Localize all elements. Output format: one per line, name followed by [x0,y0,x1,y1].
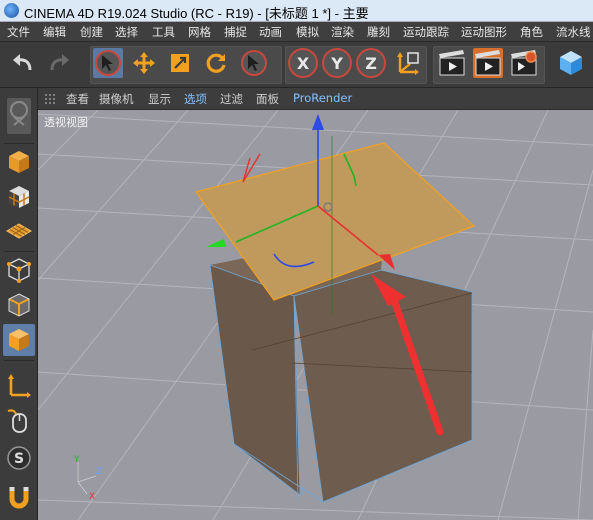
cinema4d-logo-icon [4,3,19,18]
render-view-button[interactable] [437,48,467,78]
tweak-mode-button[interactable] [3,405,35,437]
menu-tools[interactable]: 工具 [152,24,175,40]
clapperboard-icon [475,50,501,76]
viewport-menu-camera[interactable]: 摄像机 [99,91,134,107]
redo-button[interactable] [44,48,74,78]
add-cube-button[interactable] [556,48,586,78]
redo-icon [50,54,69,71]
snapping-button[interactable]: S [3,442,35,474]
menu-motion-tracking[interactable]: 运动跟踪 [403,24,449,40]
polygons-cube-icon [9,329,29,351]
model-cube-icon [9,151,29,173]
cube-icon [560,51,582,75]
menu-create[interactable]: 创建 [80,24,103,40]
axis-mode-button[interactable] [3,370,35,402]
window-title: CINEMA 4D R19.024 Studio (RC - R19) - [未… [24,6,369,21]
viewport-menu-filter[interactable]: 过滤 [220,91,243,107]
panel-grip-handle[interactable] [44,93,56,105]
axis-icon [8,374,31,398]
render-to-picture-viewer-button[interactable] [473,48,503,78]
svg-text:S: S [14,451,24,467]
make-editable-button[interactable] [3,92,35,140]
menu-simulate[interactable]: 模拟 [296,24,319,40]
viewport-menu-view[interactable]: 查看 [66,91,89,107]
mode-sidebar: S [0,88,38,520]
viewport-scene[interactable]: 透视视图 Y Z X [38,110,593,520]
points-cube-icon [7,258,31,283]
coordinate-system-icon [397,52,419,75]
main-toolbar: X Y Z [0,42,593,88]
last-tool-button[interactable] [239,48,269,78]
viewport-camera-label: 透视视图 [44,115,88,129]
svg-text:Y: Y [73,455,80,465]
viewport-menu-options[interactable]: 选项 [184,91,207,107]
menu-select[interactable]: 选择 [115,24,138,40]
texture-mode-button[interactable] [3,181,35,213]
scale-icon [171,54,189,72]
svg-text:X: X [89,492,95,502]
snap-s-icon: S [7,446,31,470]
menu-character[interactable]: 角色 [520,24,543,40]
live-selection-button[interactable] [93,48,123,78]
menu-sculpt[interactable]: 雕刻 [367,24,390,40]
render-settings-button[interactable] [509,48,539,78]
menu-edit[interactable]: 编辑 [43,24,66,40]
coordinate-system-button[interactable] [392,48,422,78]
menu-snap[interactable]: 捕捉 [224,24,247,40]
undo-icon [13,54,32,71]
viewport-menu-bar: 查看 摄像机 显示 选项 过滤 面板 ProRender [38,88,593,110]
magnet-icon [9,487,29,509]
viewport-menu-panel[interactable]: 面板 [256,91,279,107]
menu-mograph[interactable]: 运动图形 [461,24,507,40]
clapperboard-gear-icon [511,50,537,76]
make-editable-icon [7,98,31,134]
cursor-icon [102,55,113,71]
title-bar: CINEMA 4D R19.024 Studio (RC - R19) - [未… [0,0,593,22]
mouse-icon [7,409,27,433]
z-axis-lock-button[interactable]: Z [356,48,386,78]
perspective-viewport[interactable]: 透视视图 Y Z X [38,110,593,520]
move-arrows-icon [133,52,155,74]
clapperboard-icon [439,50,465,76]
checker-cube-icon [8,186,30,208]
scale-button[interactable] [165,48,195,78]
menu-pipeline[interactable]: 流水线 [556,24,591,40]
move-button[interactable] [129,48,159,78]
cursor-icon [248,55,259,71]
x-axis-lock-button[interactable]: X [288,48,318,78]
viewport-menu-display[interactable]: 显示 [148,91,171,107]
undo-button[interactable] [8,48,38,78]
menu-bar: 文件 编辑 创建 选择 工具 网格 捕捉 动画 模拟 渲染 雕刻 运动跟踪 运动… [0,22,593,42]
menu-render[interactable]: 渲染 [331,24,354,40]
rotate-button[interactable] [201,48,231,78]
polygons-mode-button[interactable] [3,324,35,356]
viewport-menu-prorender[interactable]: ProRender [293,91,352,105]
menu-file[interactable]: 文件 [7,24,30,40]
menu-mesh[interactable]: 网格 [188,24,211,40]
svg-text:Z: Z [96,467,102,477]
workplane-grid-icon [6,223,32,239]
y-axis-lock-button[interactable]: Y [322,48,352,78]
rotate-icon [206,53,226,73]
points-mode-button[interactable] [3,254,35,286]
menu-animate[interactable]: 动画 [259,24,282,40]
magnet-snap-button[interactable] [3,482,35,514]
edges-cube-icon [8,293,30,317]
edges-mode-button[interactable] [3,289,35,321]
workplane-mode-button[interactable] [3,216,35,248]
model-mode-button[interactable] [3,146,35,178]
